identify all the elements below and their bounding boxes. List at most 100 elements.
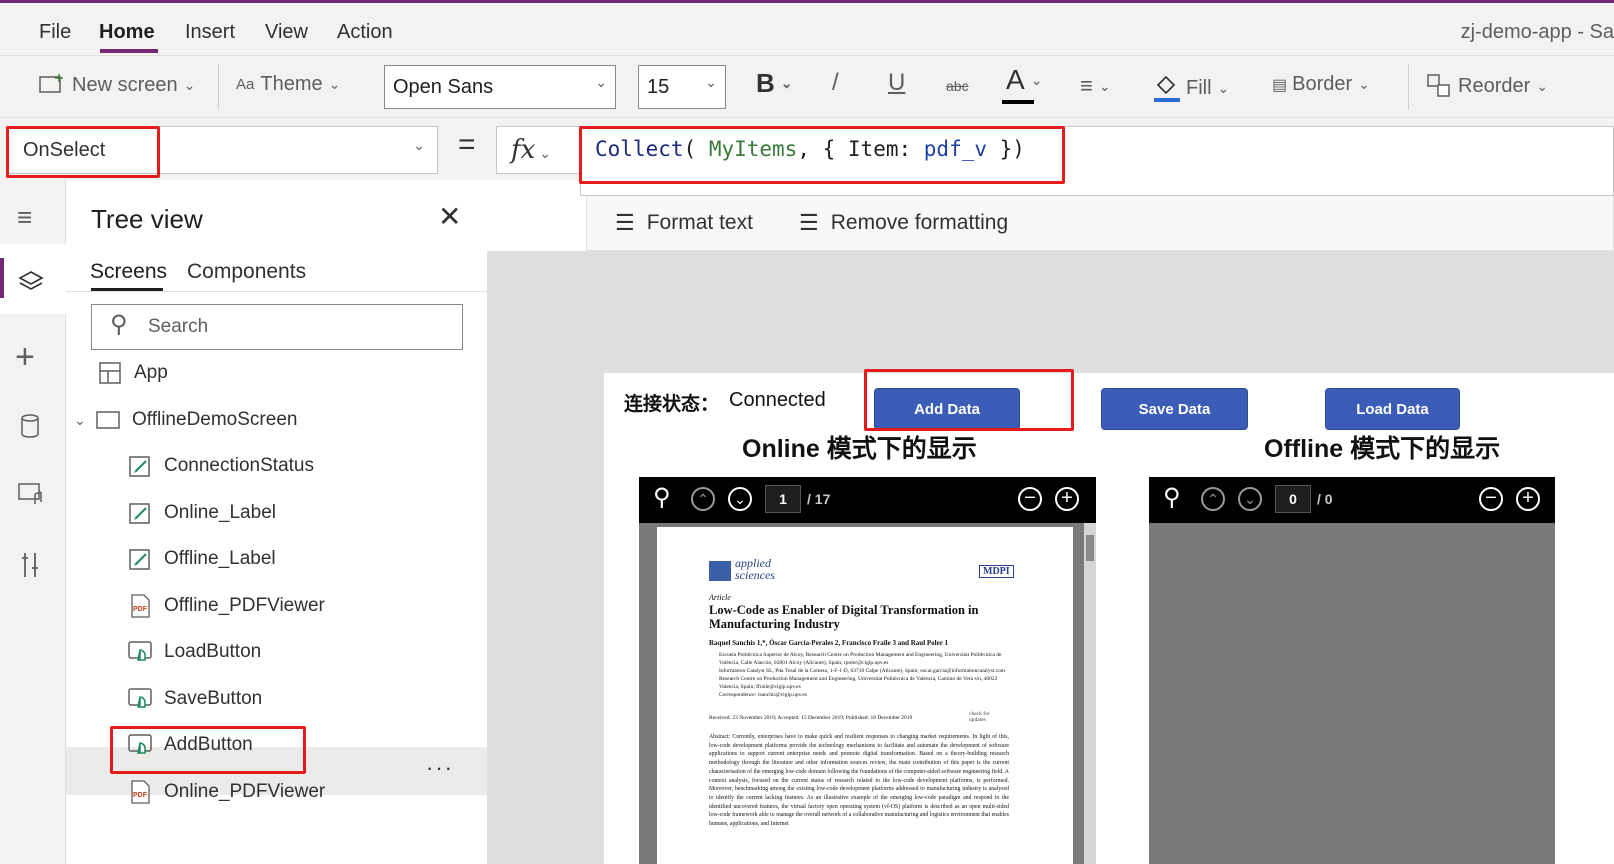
load-data-button[interactable]: Load Data: [1325, 388, 1460, 430]
tree-node-control[interactable]: LoadButton: [128, 629, 261, 675]
divider: [218, 64, 219, 110]
tab-components[interactable]: Components: [187, 260, 306, 284]
chevron-down-icon: ⌄: [183, 76, 196, 93]
online-pdf-viewport[interactable]: applied sciences MDPI Article Low-Code a…: [639, 523, 1096, 864]
ribbon-toolbar: New screen ⌄ Aa Theme ⌄ Open Sans ⌄ 15 ⌄ B…: [0, 55, 1614, 118]
chevron-down-icon: ⌄: [1098, 77, 1111, 94]
tree-node-app[interactable]: App: [98, 350, 168, 396]
more-options-icon[interactable]: ···: [426, 755, 454, 781]
font-family-value: Open Sans: [393, 76, 494, 98]
new-screen-icon: [39, 74, 63, 93]
paper-title: Low-Code as Enabler of Digital Transform…: [709, 603, 979, 631]
tree-node-label: Online_Label: [164, 501, 276, 523]
tree-node-control[interactable]: SaveButton: [128, 676, 262, 722]
menu-bar: File Home Insert View Action zj-demo-app…: [0, 3, 1614, 55]
fill-label: Fill: [1186, 76, 1212, 99]
fx-button[interactable]: fx ⌄: [496, 126, 580, 174]
page-down-icon[interactable]: ⌄: [1238, 487, 1262, 511]
border-label: Border: [1292, 73, 1353, 95]
media-icon[interactable]: [17, 480, 47, 508]
data-cylinder-icon[interactable]: [17, 412, 43, 440]
reorder-button[interactable]: Reorder ⌄: [1426, 73, 1548, 99]
affiliation: Escuela Politécnica Superior de Alcoy, R…: [719, 652, 1002, 666]
zoom-out-icon[interactable]: −: [1479, 487, 1503, 511]
menu-file[interactable]: File: [39, 21, 71, 44]
layers-icon[interactable]: [17, 268, 45, 296]
menu-action[interactable]: Action: [337, 21, 393, 44]
menu-home[interactable]: Home: [99, 21, 155, 44]
remove-formatting-button[interactable]: ☰ Remove formatting: [799, 210, 1008, 236]
tree-node-control[interactable]: ConnectionStatus: [128, 443, 314, 489]
tree-node-control[interactable]: Offline_Label: [128, 536, 276, 582]
app-screen[interactable]: 连接状态： Connected Add Data Save Data Load …: [604, 373, 1614, 864]
bold-button[interactable]: B ⌄: [756, 68, 793, 99]
search-icon[interactable]: ⚲: [653, 483, 671, 512]
theme-label: Theme: [260, 73, 323, 95]
zoom-out-icon[interactable]: −: [1018, 487, 1042, 511]
search-icon[interactable]: ⚲: [1163, 483, 1181, 512]
pdf-scrollbar[interactable]: [1084, 523, 1096, 864]
format-text-icon: ☰: [615, 210, 635, 235]
save-data-button[interactable]: Save Data: [1101, 388, 1248, 430]
fill-button[interactable]: Fill ⌄: [1152, 73, 1229, 103]
tree-node-label: LoadButton: [164, 641, 262, 662]
tree-node-label: Offline_PDFViewer: [164, 594, 325, 616]
font-color-icon: A: [1006, 64, 1025, 95]
zoom-in-icon[interactable]: +: [1516, 487, 1540, 511]
paint-bucket-icon: [1154, 75, 1180, 102]
theme-button[interactable]: Aa Theme ⌄: [236, 73, 340, 96]
tree-node-control[interactable]: PDF Offline_PDFViewer: [128, 583, 325, 629]
page-number-input[interactable]: 1: [765, 485, 801, 513]
tree-node-control[interactable]: PDF Online_PDFViewer: [128, 769, 325, 815]
screen-icon: [96, 411, 120, 429]
article-type: Article: [709, 593, 731, 602]
dates: Received: 23 November 2019; Accepted: 15…: [709, 715, 913, 721]
offline-title: Offline 模式下的显示: [1264, 435, 1501, 463]
offline-pdf-toolbar: ⚲ ⌃ ⌄ 0 / 0 − +: [1149, 477, 1555, 523]
format-text-button[interactable]: ☰ Format text: [615, 210, 753, 236]
divider: [66, 291, 487, 292]
format-bar: ☰ Format text ☰ Remove formatting: [586, 196, 1614, 251]
chevron-down-icon: ⌄: [1358, 76, 1370, 92]
border-button[interactable]: ▤ Border ⌄: [1272, 73, 1370, 96]
align-button[interactable]: ≡ ⌄: [1080, 73, 1111, 99]
tree-node-control[interactable]: Online_Label: [128, 490, 276, 536]
font-color-swatch: [1002, 100, 1034, 104]
reorder-label: Reorder: [1458, 74, 1531, 97]
left-rail: ≡ +: [0, 180, 66, 864]
tree-view-title: Tree view: [91, 204, 203, 234]
page-down-icon[interactable]: ⌄: [728, 487, 752, 511]
page-up-icon[interactable]: ⌃: [691, 487, 715, 511]
hamburger-icon[interactable]: ≡: [17, 202, 32, 233]
page-total: / 0: [1317, 491, 1333, 507]
new-screen-label: New screen: [72, 73, 178, 96]
font-color-button[interactable]: A ⌄: [1006, 64, 1042, 96]
zoom-in-icon[interactable]: +: [1055, 487, 1079, 511]
tree-node-label: OfflineDemoScreen: [132, 409, 298, 430]
strikethrough-button[interactable]: abc: [946, 78, 969, 94]
label-icon: [129, 502, 150, 524]
close-icon[interactable]: ✕: [438, 200, 461, 233]
italic-button[interactable]: /: [832, 69, 839, 97]
tab-screens[interactable]: Screens: [90, 260, 167, 284]
highlight-add-data: [864, 369, 1074, 431]
chevron-down-icon[interactable]: ⌄: [74, 412, 96, 429]
search-input[interactable]: ⚲ Search: [91, 304, 463, 350]
underline-button[interactable]: U: [888, 69, 905, 97]
new-screen-button[interactable]: New screen ⌄: [38, 73, 195, 97]
menu-insert[interactable]: Insert: [185, 21, 235, 44]
offline-pdf-viewport[interactable]: [1149, 523, 1555, 864]
page-number-input[interactable]: 0: [1275, 485, 1311, 513]
pdf-scrollbar-thumb[interactable]: [1086, 535, 1094, 561]
tree-node-screen[interactable]: ⌄ OfflineDemoScreen: [74, 397, 297, 443]
insert-plus-icon[interactable]: +: [15, 338, 35, 377]
paper-authors: Raquel Sanchis 1,*, Óscar García-Perales…: [709, 639, 948, 647]
format-text-label: Format text: [646, 211, 753, 234]
svg-text:PDF: PDF: [133, 792, 148, 799]
tools-icon[interactable]: [17, 550, 43, 580]
equals-sign: =: [458, 128, 476, 161]
font-size-select[interactable]: 15 ⌄: [638, 65, 726, 109]
page-up-icon[interactable]: ⌃: [1201, 487, 1225, 511]
font-family-select[interactable]: Open Sans ⌄: [384, 65, 616, 109]
menu-view[interactable]: View: [265, 21, 308, 44]
